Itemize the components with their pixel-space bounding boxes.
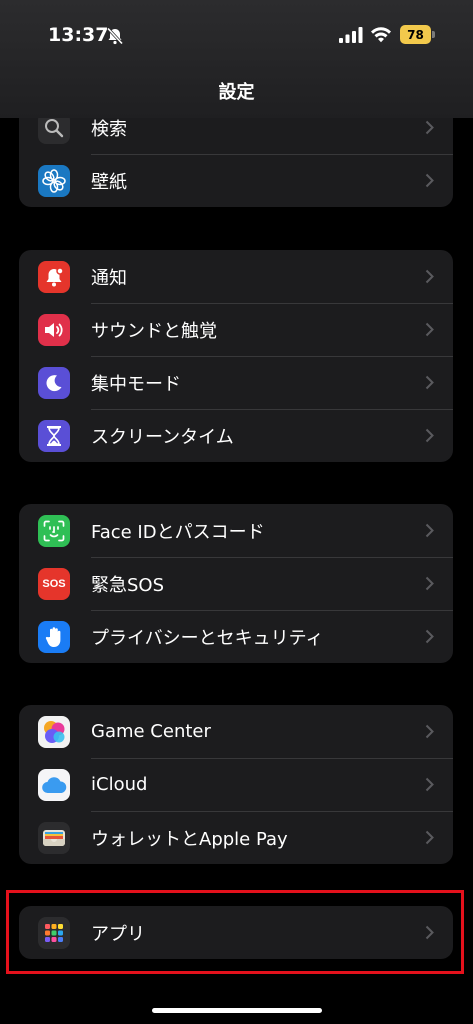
settings-row-label: 壁紙 xyxy=(91,171,127,193)
settings-row-game-center[interactable]: Game Center xyxy=(19,705,453,758)
wifi-icon xyxy=(371,27,391,43)
wallpaper-flower-icon xyxy=(38,165,70,197)
game-center-icon xyxy=(38,716,70,748)
speaker-icon xyxy=(38,314,70,346)
settings-row-wallet[interactable]: ウォレットとApple Pay xyxy=(19,811,453,864)
settings-row-label: 緊急SOS xyxy=(91,574,165,596)
settings-row-face-id[interactable]: Face IDとパスコード xyxy=(19,504,453,557)
settings-row-label: 通知 xyxy=(91,267,127,289)
settings-group-services: Game Center iCloud ウォレットとApple Pay xyxy=(19,705,453,864)
settings-row-focus[interactable]: 集中モード xyxy=(19,356,453,409)
chevron-right-icon xyxy=(425,576,434,591)
settings-row-label: iCloud xyxy=(91,774,148,795)
chevron-right-icon xyxy=(425,173,434,188)
wallet-icon xyxy=(38,822,70,854)
settings-row-label: サウンドと触覚 xyxy=(91,320,217,342)
cellular-signal-icon xyxy=(339,27,363,43)
chevron-right-icon xyxy=(425,375,434,390)
settings-row-notifications[interactable]: 通知 xyxy=(19,250,453,303)
highlight-box xyxy=(6,890,464,974)
settings-row-privacy[interactable]: プライバシーとセキュリティ xyxy=(19,610,453,663)
chevron-right-icon xyxy=(425,724,434,739)
chevron-right-icon xyxy=(425,629,434,644)
page-title: 設定 xyxy=(218,82,255,103)
settings-row-screen-time[interactable]: スクリーンタイム xyxy=(19,409,453,462)
hourglass-icon xyxy=(38,420,70,452)
settings-row-label: Face IDとパスコード xyxy=(91,521,265,543)
bell-slash-icon xyxy=(106,27,124,45)
settings-group-notifications: 通知 サウンドと触覚 集中モード スクリーンタイム xyxy=(19,250,453,462)
settings-row-emergency-sos[interactable]: SOS 緊急SOS xyxy=(19,557,453,610)
settings-row-label: ウォレットとApple Pay xyxy=(91,828,288,850)
status-time: 13:37 xyxy=(48,24,109,46)
face-id-icon xyxy=(38,515,70,547)
home-indicator[interactable] xyxy=(152,1008,322,1013)
settings-row-sounds[interactable]: サウンドと触覚 xyxy=(19,303,453,356)
settings-row-label: 集中モード xyxy=(91,373,181,395)
settings-row-label: 検索 xyxy=(91,118,127,140)
chevron-right-icon xyxy=(425,322,434,337)
chevron-right-icon xyxy=(425,777,434,792)
cloud-icon xyxy=(38,769,70,801)
settings-row-label: Game Center xyxy=(91,721,211,742)
settings-row-label: プライバシーとセキュリティ xyxy=(91,627,324,649)
navigation-header: 13:37 78 設定 xyxy=(0,0,473,118)
chevron-right-icon xyxy=(425,428,434,443)
settings-row-wallpaper[interactable]: 壁紙 xyxy=(19,154,453,207)
settings-row-icloud[interactable]: iCloud xyxy=(19,758,453,811)
chevron-right-icon xyxy=(425,269,434,284)
notification-bell-icon xyxy=(38,261,70,293)
moon-icon xyxy=(38,367,70,399)
battery-indicator: 78 xyxy=(400,25,435,44)
hand-icon xyxy=(38,621,70,653)
settings-group-security: Face IDとパスコード SOS 緊急SOS プライバシーとセキュリティ xyxy=(19,504,453,663)
chevron-right-icon xyxy=(425,830,434,845)
settings-row-label: スクリーンタイム xyxy=(91,426,234,448)
sos-badge-text: SOS xyxy=(42,578,66,590)
chevron-right-icon xyxy=(425,120,434,135)
sos-icon: SOS xyxy=(38,568,70,600)
chevron-right-icon xyxy=(425,523,434,538)
